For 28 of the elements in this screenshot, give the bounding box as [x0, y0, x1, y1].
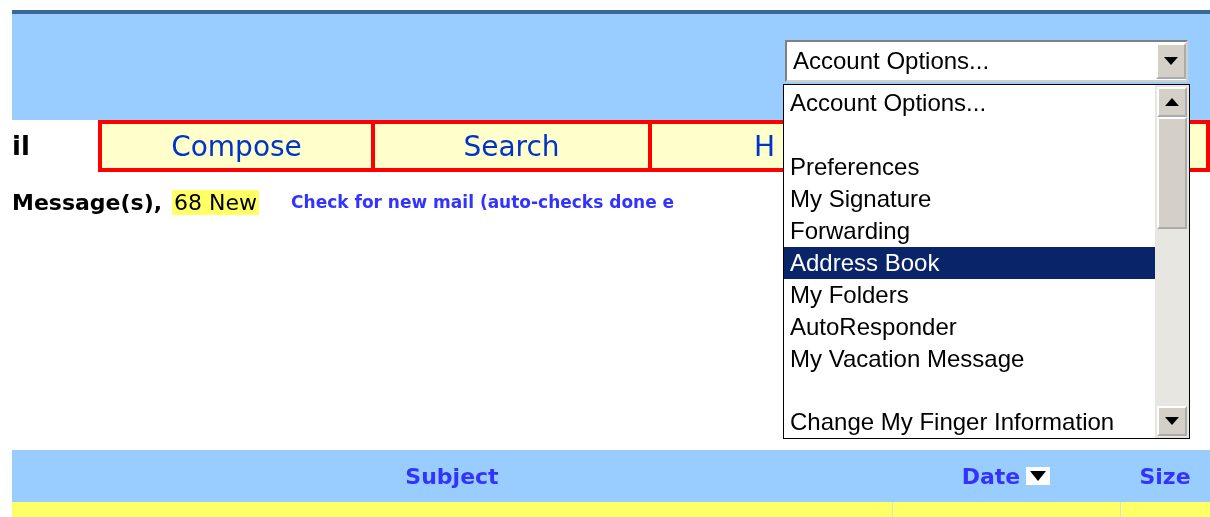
section-label: il [12, 130, 31, 163]
up-arrow-icon [1165, 98, 1179, 106]
scroll-thumb[interactable] [1157, 117, 1187, 229]
dropdown-option[interactable]: Address Book [784, 246, 1155, 279]
dropdown-button[interactable] [1156, 43, 1186, 79]
nav-tab[interactable]: Compose [98, 120, 375, 172]
dropdown-option[interactable]: My Signature [784, 182, 1155, 215]
column-header[interactable]: Date [961, 463, 1021, 489]
check-mail-link[interactable]: Check for new mail (auto-checks done e [291, 192, 675, 212]
dropdown-option[interactable]: Change My Finger Information [784, 406, 1155, 438]
dropdown-option[interactable]: Preferences [784, 150, 1155, 183]
scrollbar[interactable] [1155, 85, 1189, 438]
down-arrow-icon [1165, 417, 1179, 425]
sort-icon[interactable] [1026, 467, 1051, 485]
new-count: 68 New [172, 189, 260, 215]
dropdown-option[interactable]: My Folders [784, 278, 1155, 311]
dropdown-option[interactable]: Forwarding [784, 214, 1155, 247]
message-count: Message(s), [12, 189, 163, 215]
dropdown-option[interactable]: My Vacation Message [784, 342, 1155, 375]
scroll-down-button[interactable] [1157, 406, 1187, 436]
scroll-up-button[interactable] [1157, 87, 1187, 117]
caret-icon [1164, 57, 1178, 65]
column-header[interactable]: Size [1139, 463, 1191, 489]
dropdown-option[interactable]: AutoResponder [784, 310, 1155, 343]
nav-tab[interactable]: Search [375, 120, 652, 172]
column-header[interactable]: Subject [405, 463, 499, 489]
account-options-select[interactable]: Account Options... [785, 40, 1188, 82]
dropdown-option[interactable]: Account Options... [784, 87, 1155, 119]
